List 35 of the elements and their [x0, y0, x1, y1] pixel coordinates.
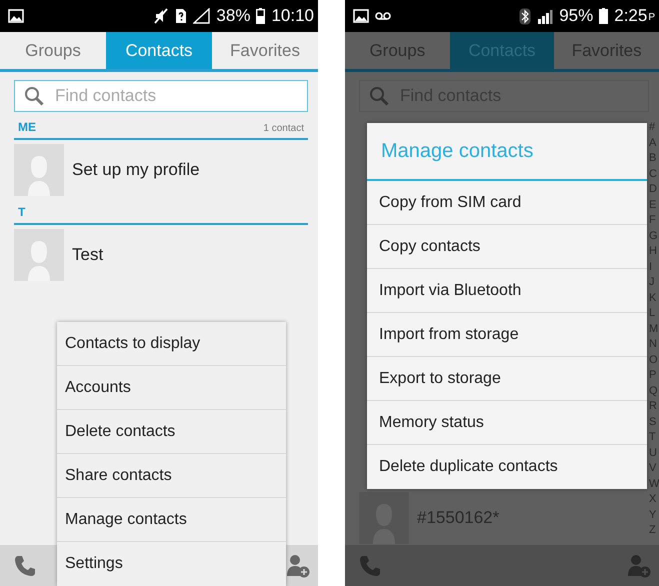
dialog-item[interactable]: Import via Bluetooth: [367, 269, 647, 313]
contact-count: 1 contact: [263, 122, 304, 136]
clock-time: 10:10: [271, 5, 314, 28]
picture-icon: [8, 9, 24, 23]
dialog-item[interactable]: Copy from SIM card: [367, 181, 647, 225]
battery-percent: 95%: [559, 5, 594, 28]
clock-time: 2:25: [614, 5, 648, 28]
section-header: T: [18, 204, 26, 221]
dialog-title: Manage contacts: [367, 123, 647, 181]
section-header: ME: [18, 119, 36, 136]
search-icon: [24, 86, 44, 106]
dialog-item[interactable]: Copy contacts: [367, 225, 647, 269]
battery-icon: [256, 8, 266, 24]
am-pm: P: [648, 11, 655, 25]
menu-item[interactable]: Contacts to display: [57, 322, 286, 366]
menu-item[interactable]: Delete contacts: [57, 410, 286, 454]
battery-percent: 38%: [216, 5, 250, 28]
menu-item[interactable]: Share contacts: [57, 454, 286, 498]
add-contact-icon[interactable]: [286, 554, 310, 578]
dialog-item[interactable]: Import from storage: [367, 313, 647, 357]
menu-item[interactable]: Settings: [57, 542, 286, 586]
menu-item[interactable]: Manage contacts: [57, 498, 286, 542]
phone-icon[interactable]: [14, 554, 36, 576]
contact-row[interactable]: Test: [14, 227, 308, 282]
picture-icon: [353, 9, 369, 23]
index-letter[interactable]: #: [649, 120, 659, 136]
dialog-item[interactable]: Export to storage: [367, 357, 647, 401]
battery-icon: [599, 8, 608, 24]
search-field[interactable]: Find contacts: [14, 80, 308, 112]
dialog-item[interactable]: Delete duplicate contacts: [367, 445, 647, 489]
dialog-item[interactable]: Memory status: [367, 401, 647, 445]
search-icon: [369, 86, 389, 106]
contact-row[interactable]: Set up my profile: [14, 142, 308, 197]
menu-item[interactable]: Accounts: [57, 366, 286, 410]
tab[interactable]: Contacts: [106, 32, 212, 69]
